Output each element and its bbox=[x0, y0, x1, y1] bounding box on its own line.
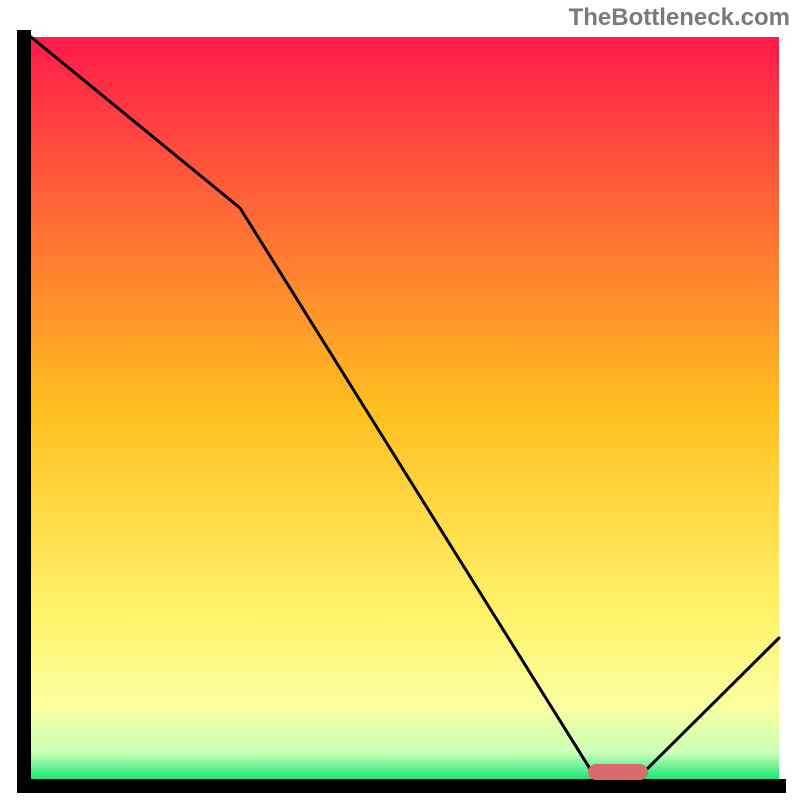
optimal-marker bbox=[588, 764, 648, 780]
plot-background bbox=[31, 37, 779, 779]
bottleneck-chart bbox=[0, 0, 800, 800]
axis-left bbox=[17, 30, 31, 793]
chart-container: TheBottleneck.com bbox=[0, 0, 800, 800]
attribution-watermark: TheBottleneck.com bbox=[569, 4, 790, 32]
axis-bottom bbox=[17, 779, 786, 793]
